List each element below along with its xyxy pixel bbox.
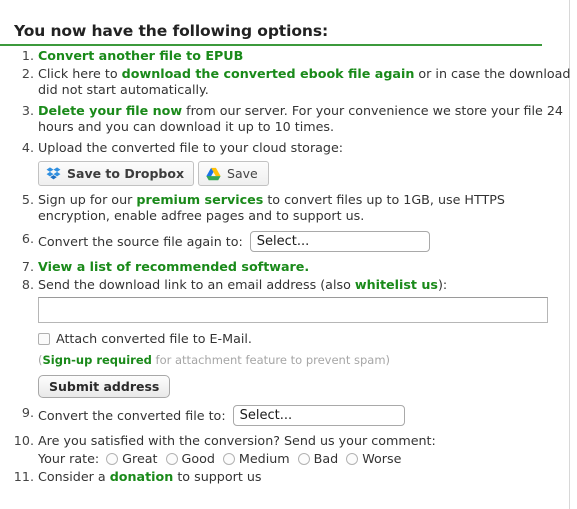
attach-file-checkbox[interactable] xyxy=(38,333,50,345)
convert-converted-label: Convert the converted file to: xyxy=(38,407,226,423)
signup-required-note: (Sign-up required for attachment feature… xyxy=(38,352,577,368)
options-list: Convert another file to EPUB Click here … xyxy=(0,48,577,487)
rating-label-good: Good xyxy=(181,451,215,466)
rating-option-bad[interactable]: Bad xyxy=(297,451,339,467)
item11-post-text: to support us xyxy=(173,469,262,484)
item8-pre-text: Send the download link to an email addre… xyxy=(38,277,355,292)
premium-services-link[interactable]: premium services xyxy=(136,192,263,207)
convert-converted-row: Convert the converted file to: Select... xyxy=(38,405,577,426)
google-drive-icon xyxy=(206,167,221,181)
dropbox-icon xyxy=(46,166,61,181)
delete-file-link[interactable]: Delete your file now xyxy=(38,103,182,118)
submit-address-button[interactable]: Submit address xyxy=(38,375,171,398)
note-rest-text: for attachment feature to prevent spam) xyxy=(151,353,391,367)
radio-great[interactable] xyxy=(106,453,119,465)
convert-converted-select[interactable]: Select... xyxy=(232,405,405,426)
convert-source-select[interactable]: Select... xyxy=(249,231,430,252)
option-item-convert-source-again: Convert the source file again to: Select… xyxy=(13,231,577,252)
radio-worse[interactable] xyxy=(346,453,359,465)
download-converted-file-link[interactable]: download the converted ebook file again xyxy=(122,66,415,81)
rating-label-worse: Worse xyxy=(362,451,402,466)
save-to-google-drive-button[interactable]: Save xyxy=(198,161,269,186)
item5-pre-text: Sign up for our xyxy=(38,192,137,207)
rating-option-medium[interactable]: Medium xyxy=(222,451,290,467)
item8-post-text: ): xyxy=(437,277,448,292)
item2-pre-text: Click here to xyxy=(38,66,122,81)
rating-option-good[interactable]: Good xyxy=(165,451,215,467)
radio-good[interactable] xyxy=(165,453,178,465)
option-item-delete-file: Delete your file now from our server. Fo… xyxy=(13,103,577,135)
option-item-premium: Sign up for our premium services to conv… xyxy=(13,192,577,224)
recommended-software-link[interactable]: View a list of recommended software. xyxy=(38,259,309,274)
rating-label-medium: Medium xyxy=(238,451,290,466)
convert-source-row: Convert the source file again to: Select… xyxy=(38,231,577,252)
page-container: You now have the following options: Conv… xyxy=(0,0,570,509)
donation-link[interactable]: donation xyxy=(110,469,174,484)
whitelist-us-link[interactable]: whitelist us xyxy=(355,277,438,292)
sign-up-required-link[interactable]: Sign-up required xyxy=(43,353,152,367)
option-item-cloud-upload: Upload the converted file to your cloud … xyxy=(13,140,577,186)
radio-medium[interactable] xyxy=(222,453,235,465)
feedback-question: Are you satisfied with the conversion? S… xyxy=(38,433,436,448)
option-item-recommended-software: View a list of recommended software. xyxy=(13,259,577,275)
item4-text: Upload the converted file to your cloud … xyxy=(38,140,344,155)
rating-label-great: Great xyxy=(122,451,158,466)
rate-label: Your rate: xyxy=(38,451,100,466)
rating-option-great[interactable]: Great xyxy=(106,451,158,467)
attach-file-row[interactable]: Attach converted file to E-Mail. xyxy=(38,331,577,347)
convert-source-label: Convert the source file again to: xyxy=(38,233,243,249)
cloud-buttons-row: Save to Dropbox Save xyxy=(38,161,577,186)
option-item-convert-converted: Convert the converted file to: Select... xyxy=(13,405,577,426)
gdrive-button-label: Save xyxy=(227,165,258,181)
option-item-feedback: Are you satisfied with the conversion? S… xyxy=(13,433,577,467)
email-address-input[interactable] xyxy=(38,297,548,323)
item11-pre-text: Consider a xyxy=(38,469,110,484)
option-item-donation: Consider a donation to support us xyxy=(13,469,577,485)
attach-file-label: Attach converted file to E-Mail. xyxy=(56,331,252,346)
option-item-convert-another: Convert another file to EPUB xyxy=(13,48,577,64)
page-title: You now have the following options: xyxy=(0,22,542,46)
email-block: Attach converted file to E-Mail. (Sign-u… xyxy=(38,297,577,398)
radio-bad[interactable] xyxy=(297,453,310,465)
option-item-download-again: Click here to download the converted ebo… xyxy=(13,66,577,98)
save-to-dropbox-button[interactable]: Save to Dropbox xyxy=(38,161,195,186)
dropbox-button-label: Save to Dropbox xyxy=(67,165,185,181)
rating-label-bad: Bad xyxy=(313,451,339,466)
option-item-email-link: Send the download link to an email addre… xyxy=(13,277,577,398)
rating-row: Your rate: Great Good Medium Bad Worse xyxy=(38,451,577,467)
convert-another-file-link[interactable]: Convert another file to EPUB xyxy=(38,48,243,63)
rating-option-worse[interactable]: Worse xyxy=(346,451,401,467)
